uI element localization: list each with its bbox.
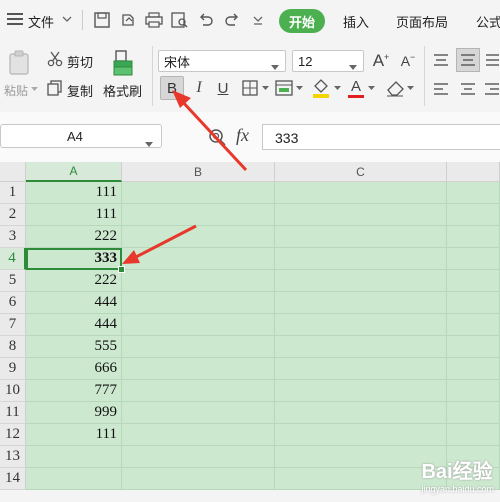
watermark-url: jingyan.baidu.com xyxy=(421,484,494,494)
watermark-logo-text: Bai经验 xyxy=(421,461,493,483)
arrow-to-selected-cell xyxy=(122,224,197,264)
watermark: Bai经验 jingyan.baidu.com xyxy=(421,455,494,494)
annotation-arrows xyxy=(122,90,248,264)
arrow-to-bold-button xyxy=(172,90,248,172)
